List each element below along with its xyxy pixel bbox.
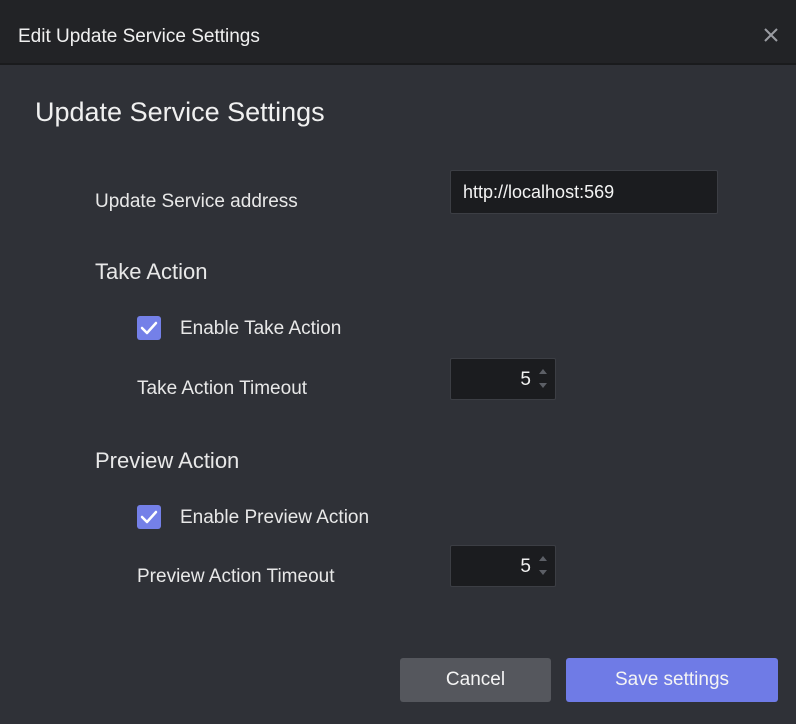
dialog-titlebar: Edit Update Service Settings — [0, 0, 796, 65]
enable-preview-action-label[interactable]: Enable Preview Action — [180, 507, 369, 529]
address-label: Update Service address — [95, 191, 298, 212]
preview-action-section-title: Preview Action — [95, 448, 240, 473]
take-action-timeout-value[interactable]: 5 — [520, 369, 531, 391]
preview-action-timeout-value[interactable]: 5 — [520, 556, 531, 578]
chevron-down-icon[interactable] — [539, 570, 547, 575]
dialog-title: Edit Update Service Settings — [18, 26, 260, 47]
preview-action-timeout-label: Preview Action Timeout — [137, 566, 335, 587]
checkmark-icon — [140, 510, 158, 524]
checkmark-icon — [140, 321, 158, 335]
take-action-timeout-label: Take Action Timeout — [137, 378, 308, 399]
chevron-up-icon[interactable] — [539, 369, 547, 374]
chevron-down-icon[interactable] — [539, 383, 547, 388]
address-input[interactable] — [450, 170, 718, 214]
enable-take-action-checkbox[interactable] — [137, 316, 161, 340]
cancel-button[interactable]: Cancel — [400, 658, 551, 702]
take-action-section-title: Take Action — [95, 259, 208, 284]
page-title: Update Service Settings — [35, 97, 325, 127]
enable-take-action-label[interactable]: Enable Take Action — [180, 318, 341, 340]
take-action-timeout-stepper[interactable]: 5 — [450, 358, 556, 400]
enable-preview-action-checkbox[interactable] — [137, 505, 161, 529]
stepper-arrows[interactable] — [537, 550, 551, 582]
save-settings-button[interactable]: Save settings — [566, 658, 778, 702]
close-icon[interactable] — [760, 24, 782, 46]
edit-settings-dialog: Edit Update Service Settings Update Serv… — [0, 0, 796, 724]
chevron-up-icon[interactable] — [539, 556, 547, 561]
preview-action-timeout-stepper[interactable]: 5 — [450, 545, 556, 587]
stepper-arrows[interactable] — [537, 363, 551, 395]
